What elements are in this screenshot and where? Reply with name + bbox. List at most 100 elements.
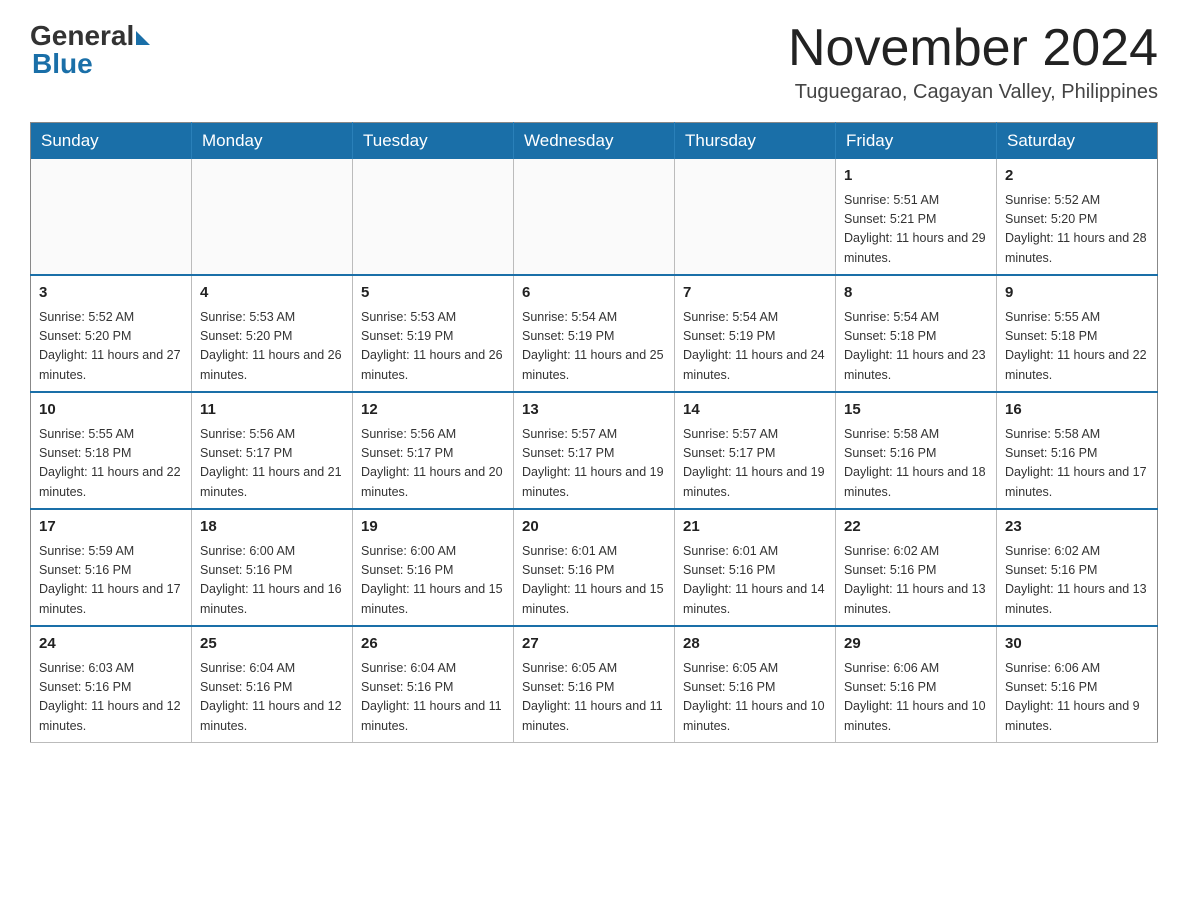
calendar-cell: 1 Sunrise: 5:51 AMSunset: 5:21 PMDaylight… — [836, 159, 997, 275]
weekday-header-monday: Monday — [192, 123, 353, 160]
calendar-cell: 27 Sunrise: 6:05 AMSunset: 5:16 PMDayligh… — [514, 626, 675, 743]
calendar-cell: 26 Sunrise: 6:04 AMSunset: 5:16 PMDayligh… — [353, 626, 514, 743]
calendar-cell — [514, 159, 675, 275]
calendar-cell: 9Sunrise: 5:55 AMSunset: 5:18 PMDaylight… — [997, 275, 1158, 392]
calendar-table: SundayMondayTuesdayWednesdayThursdayFrid… — [30, 122, 1158, 743]
day-info: Sunrise: 5:57 AMSunset: 5:17 PMDaylight:… — [522, 425, 666, 503]
day-number: 28 — [683, 633, 827, 656]
day-info: Sunrise: 5:53 AMSunset: 5:19 PMDaylight:… — [361, 308, 505, 386]
day-number: 8 — [844, 282, 988, 305]
calendar-cell: 14 Sunrise: 5:57 AMSunset: 5:17 PMDayligh… — [675, 392, 836, 509]
calendar-cell: 7Sunrise: 5:54 AMSunset: 5:19 PMDaylight… — [675, 275, 836, 392]
day-info: Sunrise: 5:52 AMSunset: 5:20 PMDaylight:… — [39, 308, 183, 386]
calendar-cell — [192, 159, 353, 275]
calendar-cell: 12 Sunrise: 5:56 AMSunset: 5:17 PMDayligh… — [353, 392, 514, 509]
day-info: Sunrise: 6:00 AMSunset: 5:16 PMDaylight:… — [200, 542, 344, 620]
calendar-cell: 11 Sunrise: 5:56 AMSunset: 5:17 PMDayligh… — [192, 392, 353, 509]
calendar-cell: 16 Sunrise: 5:58 AMSunset: 5:16 PMDayligh… — [997, 392, 1158, 509]
title-area: November 2024 Tuguegarao, Cagayan Valley… — [788, 20, 1158, 104]
day-number: 1 — [844, 165, 988, 188]
calendar-cell: 13 Sunrise: 5:57 AMSunset: 5:17 PMDayligh… — [514, 392, 675, 509]
calendar-week-row: 17Sunrise: 5:59 AMSunset: 5:16 PMDayligh… — [31, 509, 1158, 626]
day-info: Sunrise: 5:53 AMSunset: 5:20 PMDaylight:… — [200, 308, 344, 386]
calendar-cell: 21Sunrise: 6:01 AMSunset: 5:16 PMDayligh… — [675, 509, 836, 626]
day-number: 9 — [1005, 282, 1149, 305]
day-info: Sunrise: 5:58 AMSunset: 5:16 PMDaylight:… — [1005, 425, 1149, 503]
calendar-cell: 5 Sunrise: 5:53 AMSunset: 5:19 PMDaylight… — [353, 275, 514, 392]
day-info: Sunrise: 5:54 AMSunset: 5:18 PMDaylight:… — [844, 308, 988, 386]
calendar-cell: 19Sunrise: 6:00 AMSunset: 5:16 PMDayligh… — [353, 509, 514, 626]
day-number: 30 — [1005, 633, 1149, 656]
day-number: 2 — [1005, 165, 1149, 188]
logo-arrow-icon — [136, 31, 150, 45]
day-info: Sunrise: 6:04 AMSunset: 5:16 PMDaylight:… — [200, 659, 344, 737]
calendar-cell: 24 Sunrise: 6:03 AMSunset: 5:16 PMDayligh… — [31, 626, 192, 743]
day-number: 14 — [683, 399, 827, 422]
day-number: 18 — [200, 516, 344, 539]
day-info: Sunrise: 5:54 AMSunset: 5:19 PMDaylight:… — [683, 308, 827, 386]
day-number: 25 — [200, 633, 344, 656]
day-info: Sunrise: 6:05 AMSunset: 5:16 PMDaylight:… — [683, 659, 827, 737]
day-number: 15 — [844, 399, 988, 422]
day-info: Sunrise: 6:03 AMSunset: 5:16 PMDaylight:… — [39, 659, 183, 737]
day-number: 29 — [844, 633, 988, 656]
day-info: Sunrise: 6:06 AMSunset: 5:16 PMDaylight:… — [1005, 659, 1149, 737]
day-number: 5 — [361, 282, 505, 305]
day-number: 27 — [522, 633, 666, 656]
day-info: Sunrise: 6:02 AMSunset: 5:16 PMDaylight:… — [1005, 542, 1149, 620]
calendar-cell: 28 Sunrise: 6:05 AMSunset: 5:16 PMDayligh… — [675, 626, 836, 743]
day-number: 16 — [1005, 399, 1149, 422]
weekday-header-tuesday: Tuesday — [353, 123, 514, 160]
day-number: 4 — [200, 282, 344, 305]
page-header: General Blue November 2024 Tuguegarao, C… — [30, 20, 1158, 104]
weekday-header-wednesday: Wednesday — [514, 123, 675, 160]
calendar-cell: 29 Sunrise: 6:06 AMSunset: 5:16 PMDayligh… — [836, 626, 997, 743]
day-info: Sunrise: 5:52 AMSunset: 5:20 PMDaylight:… — [1005, 191, 1149, 269]
calendar-cell — [353, 159, 514, 275]
day-info: Sunrise: 6:04 AMSunset: 5:16 PMDaylight:… — [361, 659, 505, 737]
day-number: 26 — [361, 633, 505, 656]
day-number: 13 — [522, 399, 666, 422]
calendar-cell: 10Sunrise: 5:55 AMSunset: 5:18 PMDayligh… — [31, 392, 192, 509]
day-info: Sunrise: 5:58 AMSunset: 5:16 PMDaylight:… — [844, 425, 988, 503]
weekday-header-sunday: Sunday — [31, 123, 192, 160]
day-number: 19 — [361, 516, 505, 539]
day-info: Sunrise: 6:05 AMSunset: 5:16 PMDaylight:… — [522, 659, 666, 737]
calendar-cell: 23Sunrise: 6:02 AMSunset: 5:16 PMDayligh… — [997, 509, 1158, 626]
calendar-cell: 6 Sunrise: 5:54 AMSunset: 5:19 PMDaylight… — [514, 275, 675, 392]
day-info: Sunrise: 5:56 AMSunset: 5:17 PMDaylight:… — [361, 425, 505, 503]
day-info: Sunrise: 6:06 AMSunset: 5:16 PMDaylight:… — [844, 659, 988, 737]
day-number: 3 — [39, 282, 183, 305]
calendar-cell: 4 Sunrise: 5:53 AMSunset: 5:20 PMDaylight… — [192, 275, 353, 392]
calendar-week-row: 10Sunrise: 5:55 AMSunset: 5:18 PMDayligh… — [31, 392, 1158, 509]
weekday-header-row: SundayMondayTuesdayWednesdayThursdayFrid… — [31, 123, 1158, 160]
day-number: 22 — [844, 516, 988, 539]
day-info: Sunrise: 6:01 AMSunset: 5:16 PMDaylight:… — [522, 542, 666, 620]
calendar-cell: 15 Sunrise: 5:58 AMSunset: 5:16 PMDayligh… — [836, 392, 997, 509]
day-number: 11 — [200, 399, 344, 422]
day-number: 20 — [522, 516, 666, 539]
calendar-cell: 25 Sunrise: 6:04 AMSunset: 5:16 PMDayligh… — [192, 626, 353, 743]
calendar-cell: 8 Sunrise: 5:54 AMSunset: 5:18 PMDaylight… — [836, 275, 997, 392]
day-number: 21 — [683, 516, 827, 539]
day-info: Sunrise: 5:57 AMSunset: 5:17 PMDaylight:… — [683, 425, 827, 503]
calendar-cell: 20 Sunrise: 6:01 AMSunset: 5:16 PMDayligh… — [514, 509, 675, 626]
day-info: Sunrise: 5:51 AMSunset: 5:21 PMDaylight:… — [844, 191, 988, 269]
day-info: Sunrise: 5:54 AMSunset: 5:19 PMDaylight:… — [522, 308, 666, 386]
logo-blue-text: Blue — [32, 48, 93, 80]
calendar-cell — [31, 159, 192, 275]
calendar-week-row: 1 Sunrise: 5:51 AMSunset: 5:21 PMDaylight… — [31, 159, 1158, 275]
month-title: November 2024 — [788, 20, 1158, 77]
day-info: Sunrise: 6:02 AMSunset: 5:16 PMDaylight:… — [844, 542, 988, 620]
calendar-week-row: 3 Sunrise: 5:52 AMSunset: 5:20 PMDaylight… — [31, 275, 1158, 392]
weekday-header-friday: Friday — [836, 123, 997, 160]
day-number: 6 — [522, 282, 666, 305]
calendar-week-row: 24 Sunrise: 6:03 AMSunset: 5:16 PMDayligh… — [31, 626, 1158, 743]
day-info: Sunrise: 5:59 AMSunset: 5:16 PMDaylight:… — [39, 542, 183, 620]
day-number: 24 — [39, 633, 183, 656]
calendar-cell: 18 Sunrise: 6:00 AMSunset: 5:16 PMDayligh… — [192, 509, 353, 626]
calendar-cell: 2 Sunrise: 5:52 AMSunset: 5:20 PMDaylight… — [997, 159, 1158, 275]
day-number: 12 — [361, 399, 505, 422]
day-info: Sunrise: 5:56 AMSunset: 5:17 PMDaylight:… — [200, 425, 344, 503]
weekday-header-saturday: Saturday — [997, 123, 1158, 160]
